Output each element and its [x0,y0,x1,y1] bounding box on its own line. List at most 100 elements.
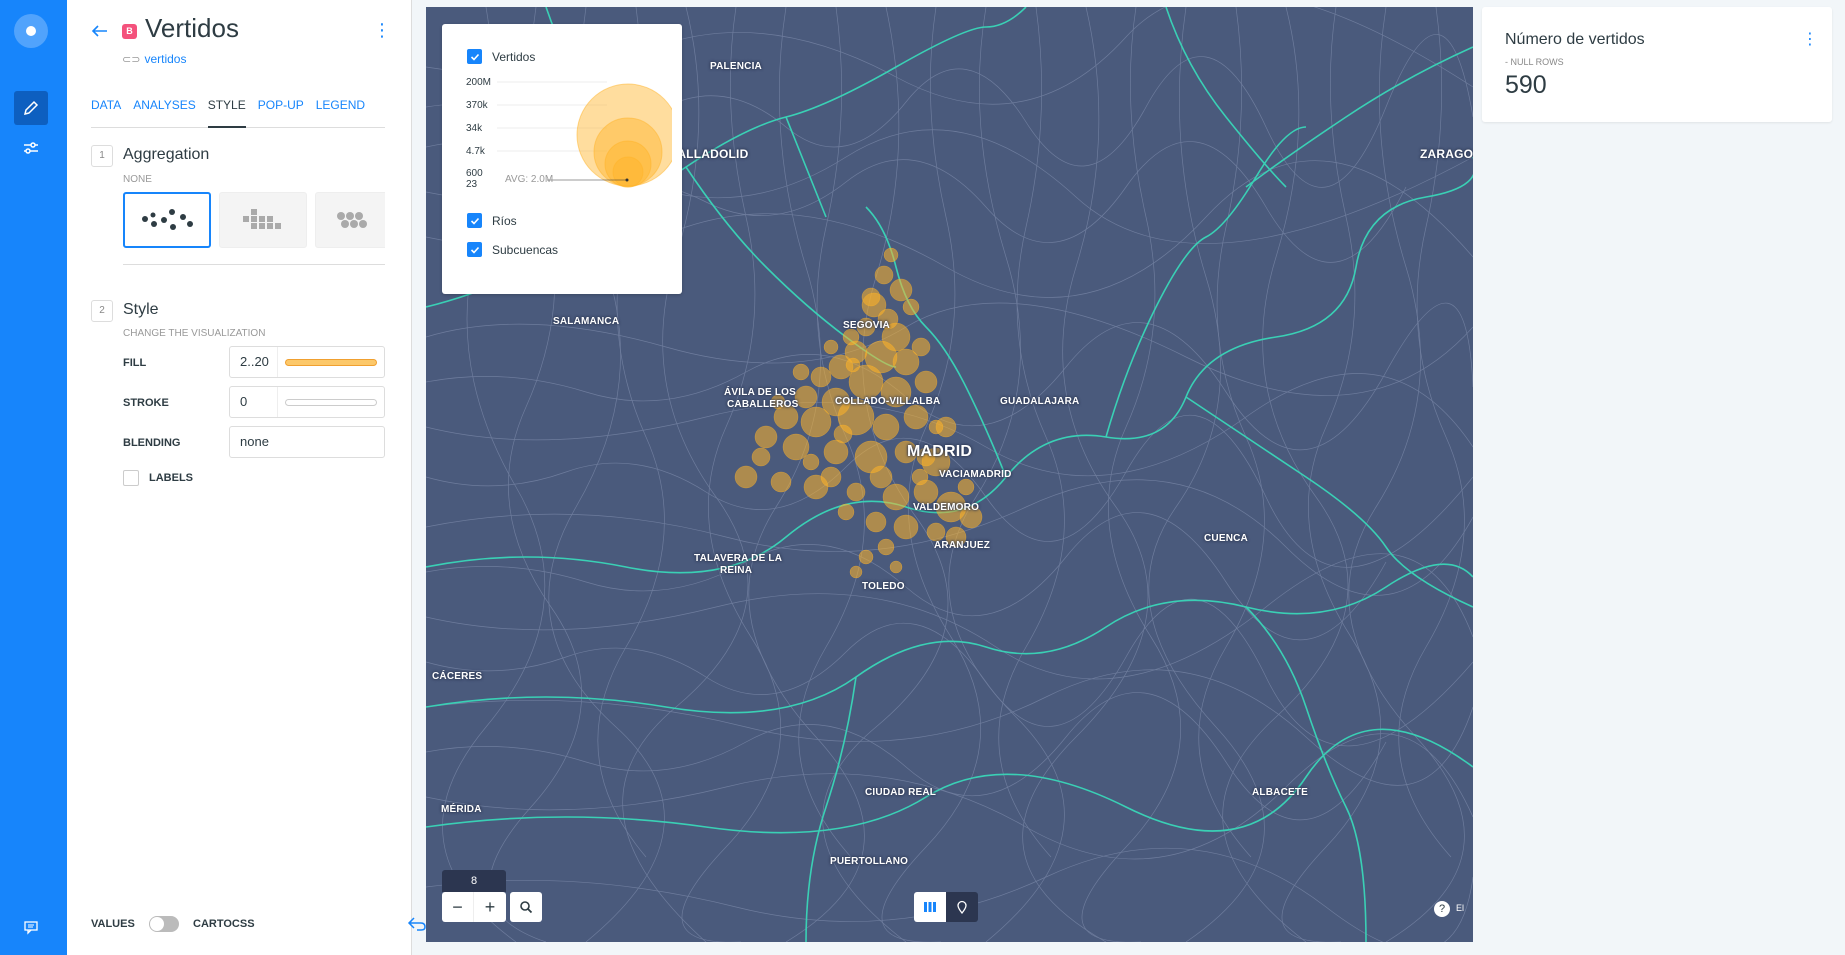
app-rail [0,0,67,955]
legend-tick: 4.7k [466,146,485,157]
city-label: TALAVERA DE LA [694,553,783,564]
city-label: MÉRIDA [441,804,482,815]
chat-icon[interactable] [14,910,48,944]
tab-analyses[interactable]: ANALYSES [133,98,195,128]
blending-value: none [240,434,269,449]
legend-layer-vertidos[interactable]: Vertidos [467,49,535,64]
formula-widget: Número de vertidos - NULL ROWS 590 ⋮ [1482,7,1832,122]
legend-layer-rios[interactable]: Ríos [467,213,517,228]
stroke-value[interactable]: 0 [230,387,278,417]
search-button[interactable] [510,892,542,922]
aggregation-squares-option[interactable] [219,192,307,248]
labels-checkbox[interactable] [123,470,139,486]
aggregation-options [123,192,385,248]
blending-label: BLENDING [123,437,181,449]
widget-subtitle: - NULL ROWS [1505,57,1564,67]
undo-icon[interactable] [407,915,427,938]
city-label: CIUDAD REAL [865,787,937,798]
legend-layer-label: Vertidos [492,49,536,64]
layer-title[interactable]: Vertidos [145,13,239,44]
pencil-icon[interactable] [14,91,48,125]
blending-select[interactable]: none [229,426,385,458]
map-view-button[interactable] [946,892,978,922]
city-label: CABALLEROS [727,399,799,410]
widget-title: Número de vertidos [1505,31,1645,48]
legend-avg-label: AVG: 2.0M [505,174,554,185]
stroke-label: STROKE [123,397,169,409]
back-arrow-icon[interactable] [89,20,111,42]
style-subtitle: CHANGE THE VISUALIZATION [123,328,266,339]
checkbox-checked-icon[interactable] [467,49,482,64]
map-legend: Vertidos 200M 370k 34k 4.7k 600 23 AVG: … [442,24,682,294]
help-button[interactable]: ? [1434,901,1450,917]
section-number: 2 [91,300,113,322]
checkbox-checked-icon[interactable] [467,242,482,257]
legend-tick: 34k [466,123,483,134]
editor-footer: VALUES CARTOCSS [91,915,455,935]
city-label: COLLADO-VILLALBA [835,396,941,407]
editor-tabs: DATA ANALYSES STYLE POP-UP LEGEND [91,98,385,128]
aggregation-subtitle: NONE [123,174,152,185]
legend-layer-label: Ríos [492,213,517,228]
tab-legend[interactable]: LEGEND [316,98,365,128]
widget-options-icon[interactable]: ⋮ [1802,29,1818,49]
fill-label: FILL [123,357,147,369]
aggregation-points-option[interactable] [123,192,211,248]
city-label: PUERTOLLANO [830,856,909,867]
aggregation-hexagons-option[interactable] [315,192,385,248]
cartocss-label: CARTOCSS [193,918,255,930]
city-label: REINA [720,565,753,576]
fill-color-ramp[interactable] [285,358,377,366]
legend-tick: 370k [466,100,488,111]
columns-view-button[interactable] [914,892,946,922]
city-label: ZARAGO [1420,147,1473,161]
style-title: Style [123,301,159,318]
city-label: CUENCA [1204,533,1248,544]
search-icon [520,901,533,914]
city-label: ÁVILA DE LOS [724,387,797,398]
city-label: CÁCERES [432,671,483,682]
sliders-icon[interactable] [14,131,48,165]
section-number: 1 [91,145,113,167]
source-label: vertidos [144,52,187,66]
columns-icon [924,902,936,912]
map-canvas[interactable]: PALENCIA VALLADOLID ZARAGO SALAMANCA SEG… [426,7,1473,942]
legend-tick: 200M [466,77,492,88]
city-label: ALBACETE [1252,787,1309,798]
logo-icon[interactable] [14,14,48,48]
legend-layer-label: Subcuencas [492,242,559,257]
section-divider [123,264,385,265]
source-link[interactable]: ⊂⊃ vertidos [122,52,186,66]
city-label: SALAMANCA [553,316,620,327]
legend-layer-subcuencas[interactable]: Subcuencas [467,242,558,257]
zoom-level: 8 [442,870,506,892]
aggregation-title: Aggregation [123,146,210,163]
values-label: VALUES [91,918,135,930]
view-toggle [914,892,978,922]
labels-label: LABELS [149,472,193,484]
legend-tick: 600 [466,168,483,179]
more-options-icon[interactable]: ⋮ [373,20,391,40]
link-icon: ⊂⊃ [122,54,141,66]
layer-editor-panel: B Vertidos ⋮ ⊂⊃ vertidos DATA ANALYSES ST… [67,0,455,955]
city-label: VACIAMADRID [939,469,1012,480]
plus-icon: + [484,896,496,917]
city-label: GUADALAJARA [1000,396,1080,407]
tab-style[interactable]: STYLE [207,98,246,128]
city-label: VALDEMORO [913,502,980,513]
tab-popup[interactable]: POP-UP [258,98,304,128]
zoom-out-button[interactable]: − [442,892,474,922]
code-toggle[interactable] [149,916,179,932]
fill-field[interactable]: 2..20 [229,346,385,378]
checkbox-checked-icon[interactable] [467,213,482,228]
city-label: SEGOVIA [843,320,890,331]
fill-value[interactable]: 2..20 [230,347,278,377]
city-label: PALENCIA [710,61,762,72]
stroke-field[interactable]: 0 [229,386,385,418]
layer-badge: B [122,24,137,39]
city-label: TOLEDO [862,581,905,592]
map-attribution[interactable]: El [1456,903,1464,913]
stroke-color-bar[interactable] [285,398,377,406]
tab-data[interactable]: DATA [91,98,121,128]
zoom-in-button[interactable]: + [474,892,506,922]
